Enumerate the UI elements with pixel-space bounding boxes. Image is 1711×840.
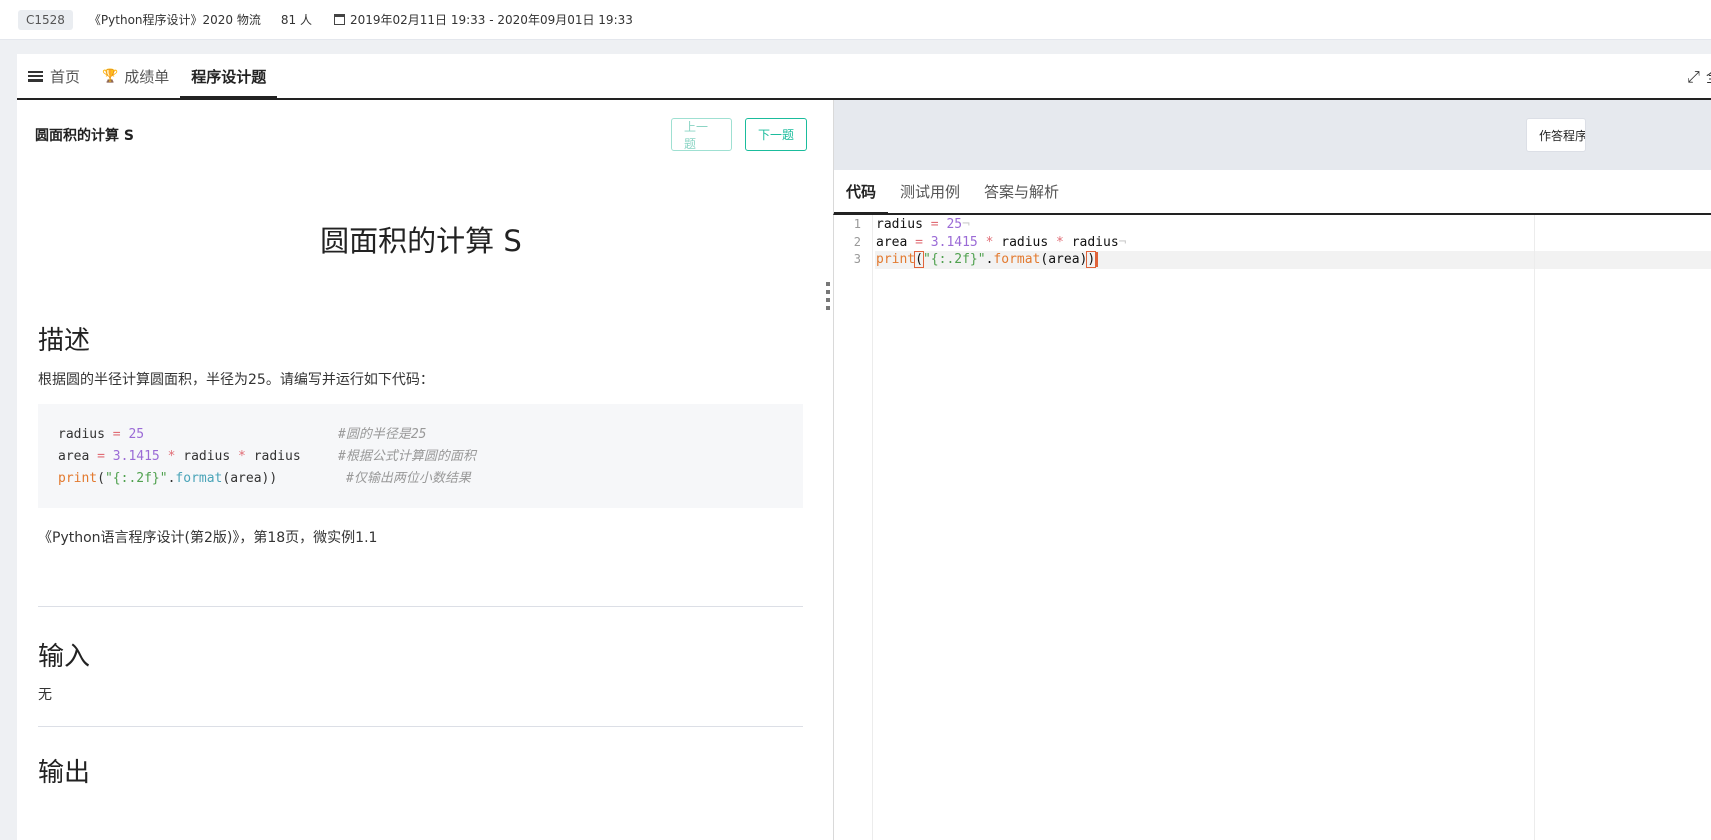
- tab-home[interactable]: 首页: [17, 54, 91, 98]
- code-comment: #仅输出两位小数结果: [346, 471, 471, 486]
- problem-title: 圆面积的计算 S: [320, 224, 522, 258]
- problem-header: 圆面积的计算 S: [35, 128, 134, 144]
- line-number: 2: [853, 234, 861, 249]
- sample-code-line: radius = 25 #圆的半径是25: [58, 424, 783, 446]
- answer-program-button[interactable]: 作答程序: [1526, 118, 1586, 152]
- left-rail: [0, 40, 17, 840]
- next-problem-button[interactable]: 下一题: [745, 118, 807, 151]
- sample-code-line: area = 3.1415 * radius * radius #根据公式计算圆的…: [58, 446, 783, 468]
- input-text: 无: [38, 687, 52, 703]
- input-heading: 输入: [38, 642, 91, 672]
- fullscreen-button[interactable]: ⤢ 全: [1687, 66, 1711, 87]
- line-number-gutter: 1 2 3: [834, 215, 873, 840]
- divider: [38, 726, 803, 727]
- expand-icon: ⤢: [1687, 66, 1700, 86]
- tab-test-cases[interactable]: 测试用例: [888, 170, 972, 213]
- home-list-icon: [28, 70, 43, 82]
- description-heading: 描述: [38, 326, 91, 356]
- separator-strip: [0, 40, 1711, 54]
- calendar-icon: [333, 14, 345, 25]
- code-editor[interactable]: 1 2 3 radius = 25¬ area = 3.1415 * radiu…: [833, 215, 1711, 840]
- course-info-bar: C1528 《Python程序设计》2020 物流 81 人 2019年02月1…: [0, 0, 1711, 40]
- course-code-badge: C1528: [18, 9, 73, 30]
- description-text: 根据圆的半径计算圆面积，半径为25。请编写并运行如下代码：: [38, 372, 434, 388]
- panel-resize-handle[interactable]: [826, 282, 830, 310]
- tab-programming[interactable]: 程序设计题: [180, 54, 278, 100]
- main-tabbar: 首页 🏆 成绩单 程序设计题 ⤢ 全: [17, 54, 1711, 100]
- editor-line: print("{:.2f}".format(area)): [875, 251, 1711, 269]
- tab-scores[interactable]: 🏆 成绩单: [91, 54, 180, 98]
- line-number: 3: [853, 252, 861, 266]
- tab-home-label: 首页: [50, 67, 81, 86]
- editor-line: radius = 25¬: [876, 217, 970, 232]
- course-name: 《Python程序设计》2020 物流: [88, 13, 261, 27]
- tab-programming-label: 程序设计题: [191, 67, 267, 86]
- tab-scores-label: 成绩单: [124, 67, 170, 86]
- sample-code-line: print("{:.2f}".format(area)) #仅输出两位小数结果: [58, 468, 783, 490]
- sample-code-block: radius = 25 #圆的半径是25 area = 3.1415 * radi…: [38, 404, 803, 508]
- prev-problem-button[interactable]: 上一题: [671, 118, 732, 151]
- text-cursor: [1096, 252, 1099, 267]
- line-number: 1: [853, 217, 861, 231]
- source-reference: 《Python语言程序设计(第2版)》，第18页，微实例1.1: [38, 530, 378, 546]
- trophy-icon: 🏆: [102, 68, 119, 84]
- print-margin-line: [1534, 215, 1535, 840]
- fullscreen-label: 全: [1706, 66, 1711, 87]
- code-text-area[interactable]: radius = 25¬ area = 3.1415 * radius * ra…: [875, 215, 1711, 269]
- date-range: 2019年02月11日 19:33 - 2020年09月01日 19:33: [333, 11, 633, 28]
- problem-panel: 圆面积的计算 S 上一题 下一题 圆面积的计算 S 描述 根据圆的半径计算圆面积…: [17, 100, 832, 840]
- code-comment: #根据公式计算圆的面积: [338, 449, 476, 464]
- member-count: 81 人: [280, 13, 312, 27]
- code-comment: #圆的半径是25: [338, 427, 427, 442]
- divider: [38, 606, 803, 607]
- editor-line: area = 3.1415 * radius * radius¬: [876, 234, 1127, 250]
- tab-answer-analysis[interactable]: 答案与解析: [972, 170, 1071, 213]
- editor-tabs: 代码 测试用例 答案与解析: [833, 170, 1711, 215]
- output-heading: 输出: [38, 758, 91, 788]
- tab-code[interactable]: 代码: [834, 170, 889, 215]
- date-range-text: 2019年02月11日 19:33 - 2020年09月01日 19:33: [349, 13, 633, 27]
